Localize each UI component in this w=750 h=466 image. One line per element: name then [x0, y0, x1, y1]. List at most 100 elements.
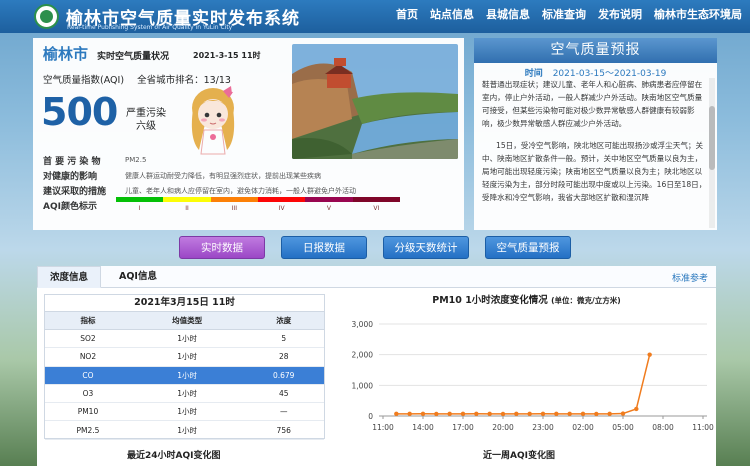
data-point	[527, 411, 532, 417]
x-tick-label: 02:00	[572, 423, 594, 432]
cell-indicator: NO2	[45, 347, 131, 367]
subtab-concentration[interactable]: 浓度信息	[37, 266, 102, 288]
nav-eco-bureau[interactable]: 榆林市生态环境局	[654, 6, 742, 22]
y-tick-label: 0	[368, 412, 373, 421]
cartoon-girl-icon	[191, 86, 235, 155]
nav-home[interactable]: 首页	[396, 6, 418, 22]
nav-publish-notes[interactable]: 发布说明	[598, 6, 642, 22]
data-point	[514, 411, 519, 417]
table-row[interactable]: O3 1小时 45	[45, 384, 324, 404]
table-row-selected[interactable]: CO 1小时 0.679	[45, 366, 324, 385]
aqi-color-bar	[116, 197, 400, 202]
forecast-title: 空气质量预报	[474, 38, 717, 63]
data-point	[580, 411, 586, 417]
nav-standard-query[interactable]: 标准查询	[542, 6, 586, 22]
pm10-line-chart: 0 1,000 2,000 3,000 11:00 14:00 17:00 20:00 23:0…	[352, 320, 715, 432]
health-effect-label: 对健康的影响	[43, 172, 98, 182]
cell-indicator: SO2	[45, 329, 131, 349]
x-tick-label: 05:00	[612, 423, 634, 432]
aqi-level-label: IV	[278, 205, 285, 212]
cell-avg-type: 1小时	[130, 366, 244, 385]
data-point	[554, 411, 559, 417]
data-point	[567, 411, 572, 417]
aqi-color-segment	[352, 197, 400, 202]
x-tick-label: 17:00	[452, 423, 474, 432]
aqi-color-segment	[210, 197, 258, 202]
standard-reference-link[interactable]: 标准参考	[672, 271, 708, 284]
x-tick-label: 23:00	[532, 423, 554, 432]
cell-avg-type: 1小时	[130, 329, 244, 349]
forecast-text: 鞋普通出现症状；建议儿童、老年人和心脏病、肺病患者应停留在室内，停止户外活动，一…	[482, 78, 707, 228]
aqi-color-segment	[116, 197, 164, 202]
primary-pollutant-value: PM2.5	[125, 156, 147, 164]
cell-indicator: PM2.5	[45, 420, 131, 440]
tab-daily-data[interactable]: 日报数据	[281, 236, 367, 259]
status-date: 2021-3-15 11时	[193, 51, 261, 60]
tab-grade-days[interactable]: 分级天数统计	[383, 236, 469, 259]
data-panel: 浓度信息 AQI信息 标准参考 2021年3月15日 11时 指标 均值类型 浓…	[37, 266, 716, 466]
table-row[interactable]: SO2 1小时 5	[45, 329, 324, 349]
pm10-series-line	[396, 354, 651, 415]
environment-logo-icon	[34, 4, 59, 29]
data-point	[500, 411, 506, 417]
cell-value: 0.679	[243, 366, 324, 385]
aqi-24h-title: 最近24小时AQI变化图	[127, 451, 221, 461]
col-indicator: 指标	[45, 311, 131, 330]
measures-value: 儿童、老年人和病人应停留在室内，避免体力消耗，一般人群避免户外活动	[125, 187, 356, 195]
data-point	[594, 411, 599, 417]
aqi-color-label: AQI颜色标示	[43, 202, 97, 212]
table-row[interactable]: PM10 1小时 —	[45, 402, 324, 422]
cell-avg-type: 1小时	[130, 420, 244, 440]
data-point	[474, 411, 479, 416]
data-point	[540, 411, 546, 416]
city-name: 榆林市	[43, 45, 89, 63]
aqi-week-title: 近一周AQI变化图	[483, 451, 555, 461]
forecast-scrollbar[interactable]	[709, 78, 715, 228]
chart-title: PM10 1小时浓度变化情况 (单位：微克/立方米)	[337, 292, 716, 306]
data-point	[460, 411, 466, 417]
col-avg-type: 均值类型	[130, 311, 244, 330]
table-row[interactable]: PM2.5 1小时 756	[45, 420, 324, 440]
measures-label: 建议采取的措施	[43, 187, 107, 197]
aqi-level-label: II	[185, 205, 189, 212]
main-tabs: 实时数据 日报数据 分级天数统计 空气质量预报	[179, 236, 587, 259]
aqi-color-labels: I II III IV V VI	[116, 205, 400, 212]
y-tick-label: 3,000	[352, 320, 374, 329]
tab-forecast[interactable]: 空气质量预报	[485, 236, 571, 259]
cell-value: 45	[243, 384, 324, 404]
data-point	[607, 411, 612, 417]
realtime-status-card: 榆林市 实时空气质量状况 2021-3-15 11时 空气质量指数(AQI) 全…	[33, 38, 464, 230]
x-tick-label: 14:00	[412, 423, 434, 432]
cell-indicator: CO	[45, 366, 131, 385]
table-row[interactable]: NO2 1小时 28	[45, 347, 324, 367]
x-tick-label: 20:00	[492, 423, 514, 432]
nav-county-info[interactable]: 县城信息	[486, 6, 530, 22]
aqi-level-text: 严重污染	[126, 108, 166, 119]
aqi-label: 空气质量指数(AQI)	[43, 75, 125, 86]
aqi-value: 500	[41, 90, 118, 134]
data-point	[434, 411, 439, 417]
x-tick-label: 11:00	[692, 423, 714, 432]
data-point	[447, 411, 452, 417]
cell-avg-type: 1小时	[130, 384, 244, 404]
subtab-aqi[interactable]: AQI信息	[107, 266, 169, 288]
data-point	[420, 411, 426, 416]
health-effect-value: 健康人群运动耐受力降低，有明显强烈症状，提前出现某些疾病	[125, 172, 321, 180]
data-point	[487, 411, 492, 417]
scrollbar-thumb[interactable]	[709, 106, 715, 170]
concentration-table: 指标 均值类型 浓度 SO2 1小时 5 NO2 1小时 28 CO 1小时 0.679 O…	[45, 311, 324, 440]
aqi-level-grade: 六级	[136, 121, 156, 132]
y-tick-label: 2,000	[352, 351, 374, 360]
aqi-level-label: VI	[373, 205, 380, 212]
tab-realtime-data[interactable]: 实时数据	[179, 236, 265, 259]
sub-tabs: 浓度信息 AQI信息 标准参考	[37, 266, 716, 288]
header-bar: 榆林市空气质量实时发布系统 Real-time Publishing Syste…	[0, 0, 750, 33]
chart-unit: (单位：微克/立方米)	[551, 296, 621, 305]
concentration-table-box: 2021年3月15日 11时 指标 均值类型 浓度 SO2 1小时 5 NO2 1小时…	[44, 294, 325, 440]
status-title: 实时空气质量状况	[97, 52, 170, 62]
forecast-paragraph-2: 15日，受冷空气影响，陕北地区可能出现扬沙或浮尘天气；关中、陕南地区扩散条件一般…	[482, 141, 707, 202]
nav-site-info[interactable]: 站点信息	[430, 6, 474, 22]
aqi-level-label: V	[326, 205, 332, 212]
aqi-color-segment	[257, 197, 306, 202]
data-point	[394, 411, 399, 417]
